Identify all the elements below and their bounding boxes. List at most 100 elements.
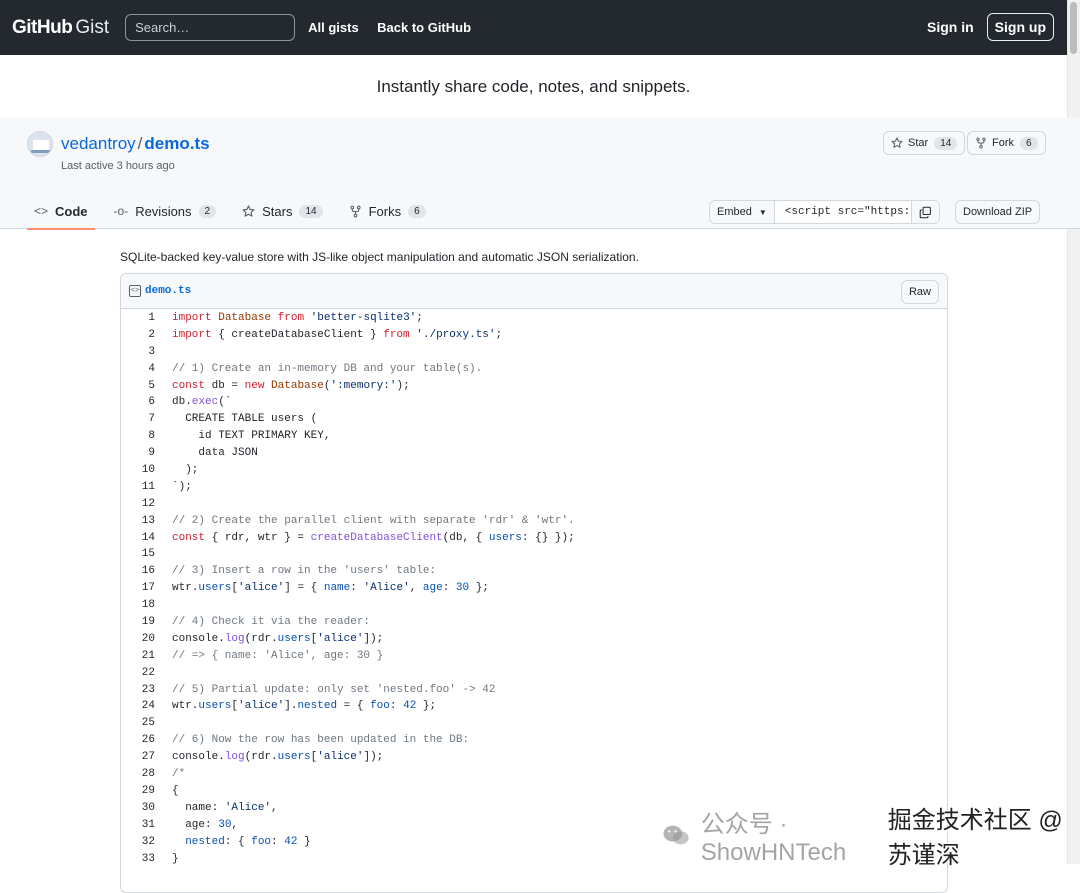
- code-line-content: console.log(rdr.users['alice']);: [172, 632, 384, 645]
- line-number[interactable]: 1: [121, 310, 155, 327]
- line-number[interactable]: 18: [121, 597, 155, 614]
- last-active: Last active 3 hours ago: [61, 160, 175, 172]
- gist-filename-link[interactable]: demo.ts: [144, 134, 209, 153]
- code-line-content: wtr.users['alice'] = { name: 'Alice', ag…: [172, 582, 489, 595]
- code-line-content: // 4) Check it via the reader:: [172, 616, 371, 629]
- code-line: 19 // 4) Check it via the reader:: [121, 614, 947, 631]
- line-number[interactable]: 25: [121, 715, 155, 732]
- line-number[interactable]: 9: [121, 445, 155, 462]
- line-number[interactable]: 28: [121, 766, 155, 783]
- code-line-content: id TEXT PRIMARY KEY,: [172, 430, 331, 443]
- gist-description: SQLite-backed key-value store with JS-li…: [120, 250, 639, 264]
- raw-button[interactable]: Raw: [900, 280, 939, 304]
- commit-icon: -o-: [113, 204, 129, 218]
- code-line: 16 // 3) Insert a row in the 'users' tabl…: [121, 563, 947, 580]
- copy-button[interactable]: [910, 201, 939, 223]
- line-number[interactable]: 16: [121, 563, 155, 580]
- code-line: 26 // 6) Now the row has been updated in …: [121, 732, 947, 749]
- line-number[interactable]: 33: [121, 851, 155, 868]
- line-number[interactable]: 3: [121, 344, 155, 361]
- tab-stars-label: Stars: [262, 203, 293, 219]
- code-line: 8 id TEXT PRIMARY KEY,: [121, 428, 947, 445]
- code-line: 17 wtr.users['alice'] = { name: 'Alice', …: [121, 580, 947, 597]
- line-number[interactable]: 21: [121, 648, 155, 665]
- star-button[interactable]: Star 14: [883, 131, 966, 155]
- line-number[interactable]: 7: [121, 411, 155, 428]
- line-number[interactable]: 23: [121, 682, 155, 699]
- line-number[interactable]: 4: [121, 361, 155, 378]
- code-line: 4 // 1) Create an in-memory DB and your t…: [121, 361, 947, 378]
- line-number[interactable]: 22: [121, 665, 155, 682]
- star-counter: 14: [934, 136, 958, 150]
- code-line-content: // 3) Insert a row in the 'users' table:: [172, 565, 437, 578]
- line-number[interactable]: 24: [121, 698, 155, 715]
- code-line-content: [155, 496, 172, 513]
- owner-link[interactable]: vedantroy: [61, 134, 136, 153]
- line-number[interactable]: 31: [121, 817, 155, 834]
- line-number[interactable]: 30: [121, 800, 155, 817]
- code-line-content: const db = new Database(':memory:');: [172, 379, 410, 392]
- line-number[interactable]: 32: [121, 834, 155, 851]
- fork-counter: 6: [1020, 136, 1038, 150]
- line-number[interactable]: 13: [121, 513, 155, 530]
- line-number[interactable]: 20: [121, 631, 155, 648]
- line-number[interactable]: 6: [121, 394, 155, 411]
- forks-counter: 6: [408, 204, 426, 218]
- search-input[interactable]: [125, 14, 296, 41]
- tab-stars[interactable]: Stars 14: [235, 193, 329, 229]
- caret-down-icon: ▼: [758, 207, 767, 217]
- file-name-link[interactable]: demo.ts: [145, 285, 191, 297]
- download-zip-button[interactable]: Download ZIP: [955, 200, 1041, 224]
- code-line: 7 CREATE TABLE users (: [121, 411, 947, 428]
- line-number[interactable]: 2: [121, 327, 155, 344]
- code-line-content: nested: { foo: 42 }: [185, 835, 311, 848]
- tagline: Instantly share code, notes, and snippet…: [376, 76, 691, 96]
- line-number[interactable]: 29: [121, 783, 155, 800]
- nav-all-gists[interactable]: All gists: [308, 20, 359, 35]
- code-line-content: [155, 344, 172, 361]
- code-line: 9 data JSON: [121, 445, 947, 462]
- code-line: 21 // => { name: 'Alice', age: 30 }: [121, 648, 947, 665]
- wechat-icon: [663, 825, 689, 845]
- tab-code[interactable]: <> Code: [27, 193, 95, 230]
- tab-forks-label: Forks: [368, 203, 402, 219]
- embed-select[interactable]: Embed ▼: [710, 201, 775, 223]
- logo-gist-text: Gist: [75, 16, 110, 38]
- nav-back-to-github[interactable]: Back to GitHub: [377, 20, 471, 35]
- code-line-content: [155, 546, 172, 563]
- tab-revisions[interactable]: -o- Revisions 2: [107, 193, 224, 229]
- scrollbar-thumb[interactable]: [1070, 2, 1077, 54]
- code-line-content: age: 30,: [172, 818, 239, 831]
- code-line-content: [155, 665, 172, 682]
- fork-button[interactable]: Fork 6: [967, 131, 1046, 155]
- sign-in-link[interactable]: Sign in: [927, 19, 974, 35]
- code-line-content: import { createDatabaseClient } from './…: [172, 328, 503, 341]
- code-line: 18: [121, 597, 947, 614]
- line-number[interactable]: 14: [121, 530, 155, 547]
- embed-url-field[interactable]: <script src="https:/: [774, 201, 911, 223]
- gist-title: vedantroy / demo.ts: [61, 134, 210, 154]
- line-number[interactable]: 17: [121, 580, 155, 597]
- github-gist-logo[interactable]: GitHub Gist: [12, 17, 109, 39]
- line-number[interactable]: 27: [121, 749, 155, 766]
- line-number[interactable]: 10: [121, 462, 155, 479]
- line-number[interactable]: 26: [121, 732, 155, 749]
- code-line: 6 db.exec(`: [121, 394, 947, 411]
- code-line-content: // => { name: 'Alice', age: 30 }: [172, 649, 384, 662]
- line-number[interactable]: 12: [121, 496, 155, 513]
- code-line-content: data JSON: [172, 447, 258, 460]
- code-line: 25: [121, 715, 947, 732]
- code-line-content: CREATE TABLE users (: [172, 413, 318, 426]
- line-number[interactable]: 19: [121, 614, 155, 631]
- sign-up-button[interactable]: Sign up: [986, 13, 1054, 41]
- gist-tabs: <> Code -o- Revisions 2 Stars 14 Forks 6: [27, 193, 445, 230]
- code-line: 1 import Database from 'better-sqlite3';: [121, 310, 947, 327]
- line-number[interactable]: 8: [121, 428, 155, 445]
- code-view: 1 import Database from 'better-sqlite3'; 2…: [121, 309, 947, 867]
- line-number[interactable]: 11: [121, 479, 155, 496]
- line-number[interactable]: 5: [121, 378, 155, 395]
- tab-forks[interactable]: Forks 6: [342, 193, 433, 229]
- code-line-content: {: [172, 784, 179, 797]
- avatar[interactable]: [27, 131, 53, 157]
- line-number[interactable]: 15: [121, 546, 155, 563]
